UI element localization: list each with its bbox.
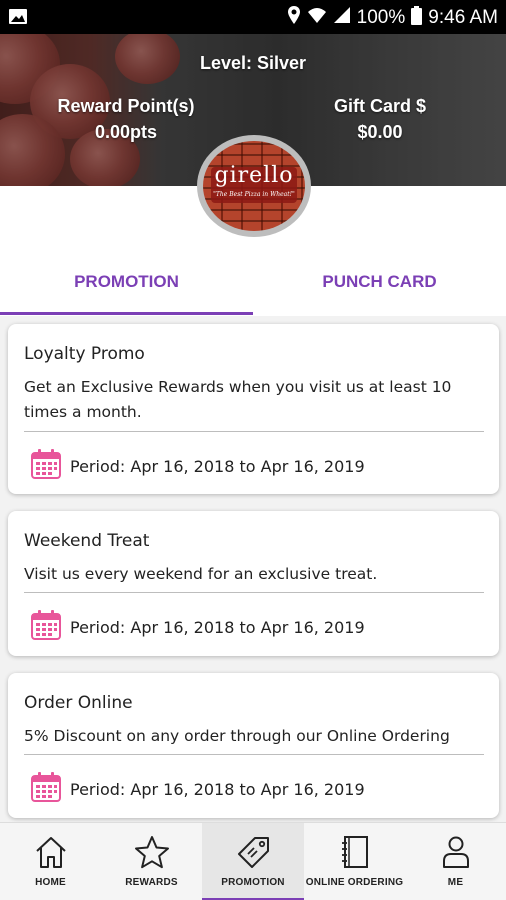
promo-title: Loyalty Promo	[24, 344, 145, 364]
restaurant-logo: girello "The Best Pizza in Wheat!"	[197, 135, 311, 237]
star-icon	[134, 823, 170, 873]
nav-rewards-label: REWARDS	[125, 877, 178, 888]
promo-card[interactable]: Weekend Treat Visit us every weekend for…	[8, 511, 499, 656]
bottom-navigation: HOME REWARDS PROMOTION ONLINE ORDERING M…	[0, 822, 506, 900]
promo-description: 5% Discount on any order through our Onl…	[24, 727, 450, 745]
card-divider	[24, 754, 484, 755]
promo-card[interactable]: Order Online 5% Discount on any order th…	[8, 673, 499, 818]
person-icon	[438, 823, 474, 873]
tab-promotion[interactable]: PROMOTION	[0, 262, 253, 314]
promo-period: Period: Apr 16, 2018 to Apr 16, 2019	[70, 456, 365, 476]
reward-points-label: Reward Point(s)	[57, 96, 195, 116]
promo-title: Order Online	[24, 693, 133, 713]
card-divider	[24, 431, 484, 432]
battery-icon	[411, 5, 423, 31]
status-bar: 100% 9:46 AM	[0, 0, 506, 34]
calendar-icon	[30, 448, 62, 484]
clock-time: 9:46 AM	[428, 7, 498, 28]
promo-description: Visit us every weekend for an exclusive …	[24, 565, 378, 583]
logo-name: girello	[214, 163, 294, 188]
nav-me[interactable]: ME	[405, 823, 506, 900]
calendar-icon	[30, 609, 62, 645]
gift-card-value: $0.00	[357, 122, 403, 142]
signal-icon	[333, 6, 351, 30]
location-icon	[287, 5, 301, 31]
logo-tagline: "The Best Pizza in Wheat!"	[213, 191, 295, 198]
home-icon	[33, 823, 69, 873]
gift-card-label: Gift Card $	[333, 96, 426, 116]
nav-online-ordering-label: ONLINE ORDERING	[305, 877, 404, 888]
wifi-icon	[307, 6, 327, 30]
promo-card[interactable]: Loyalty Promo Get an Exclusive Rewards w…	[8, 324, 499, 494]
tab-punch-card[interactable]: PUNCH CARD	[253, 262, 506, 314]
gallery-icon	[8, 8, 28, 29]
calendar-icon	[30, 771, 62, 807]
promo-period: Period: Apr 16, 2018 to Apr 16, 2019	[70, 779, 365, 799]
nav-promotion[interactable]: PROMOTION	[202, 823, 304, 900]
promo-period: Period: Apr 16, 2018 to Apr 16, 2019	[70, 617, 365, 637]
promo-title: Weekend Treat	[24, 531, 150, 551]
nav-home-label: HOME	[35, 877, 66, 888]
notebook-icon	[337, 823, 373, 873]
tag-icon	[235, 823, 271, 873]
card-divider	[24, 592, 484, 593]
reward-points-value: 0.00pts	[94, 122, 158, 142]
nav-rewards[interactable]: REWARDS	[101, 823, 202, 900]
nav-online-ordering[interactable]: ONLINE ORDERING	[304, 823, 405, 900]
promo-description: Get an Exclusive Rewards when you visit …	[24, 378, 452, 421]
nav-home[interactable]: HOME	[0, 823, 101, 900]
nav-me-label: ME	[447, 877, 464, 888]
nav-promotion-label: PROMOTION	[221, 877, 285, 888]
battery-text: 100%	[356, 7, 406, 28]
active-tab-indicator	[0, 312, 253, 315]
member-level: Level: Silver	[199, 53, 307, 73]
